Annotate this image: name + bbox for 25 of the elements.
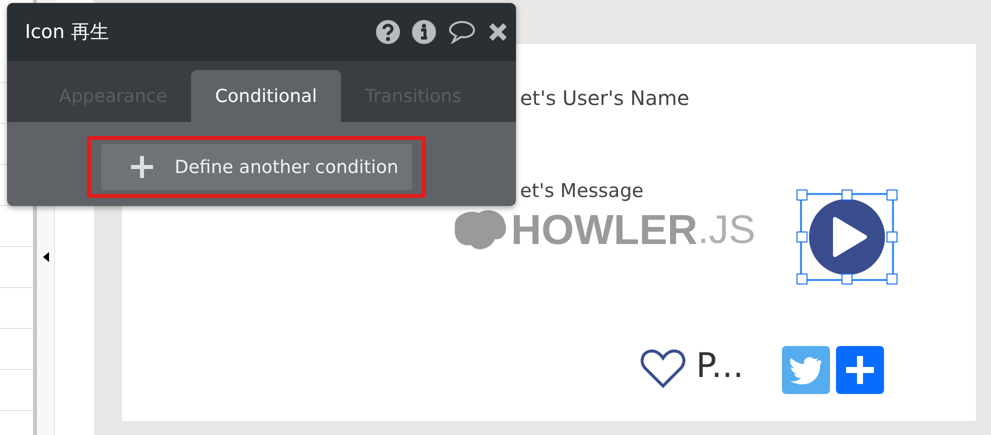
bird-icon[interactable]	[782, 346, 830, 394]
message-text: et's Message	[520, 180, 644, 202]
resize-handle[interactable]	[796, 232, 808, 242]
popup-title: Icon 再生	[25, 20, 109, 45]
comment-icon[interactable]	[448, 20, 476, 44]
plus-icon	[130, 156, 153, 178]
resize-handle[interactable]	[886, 232, 898, 242]
resize-handle[interactable]	[842, 190, 852, 200]
heart-icon[interactable]	[640, 349, 686, 389]
resize-handle[interactable]	[796, 190, 808, 200]
logo: HOWLER.JS	[451, 206, 756, 254]
play-icon[interactable]	[809, 199, 885, 275]
resize-handle[interactable]	[886, 190, 898, 200]
close-icon[interactable]	[488, 22, 508, 42]
info-icon[interactable]	[412, 20, 436, 44]
user-name-text: et's User's Name	[520, 86, 690, 110]
collapse-arrow-icon[interactable]	[42, 252, 48, 262]
resize-handle[interactable]	[842, 274, 852, 284]
define-condition-button[interactable]: Define another condition	[100, 144, 412, 190]
resize-handle[interactable]	[886, 274, 898, 284]
add-icon[interactable]	[836, 346, 884, 394]
resize-handle[interactable]	[796, 274, 808, 284]
help-icon[interactable]	[376, 20, 400, 44]
like-label: P...	[696, 346, 744, 386]
tab[interactable]: Conditional	[191, 70, 342, 122]
